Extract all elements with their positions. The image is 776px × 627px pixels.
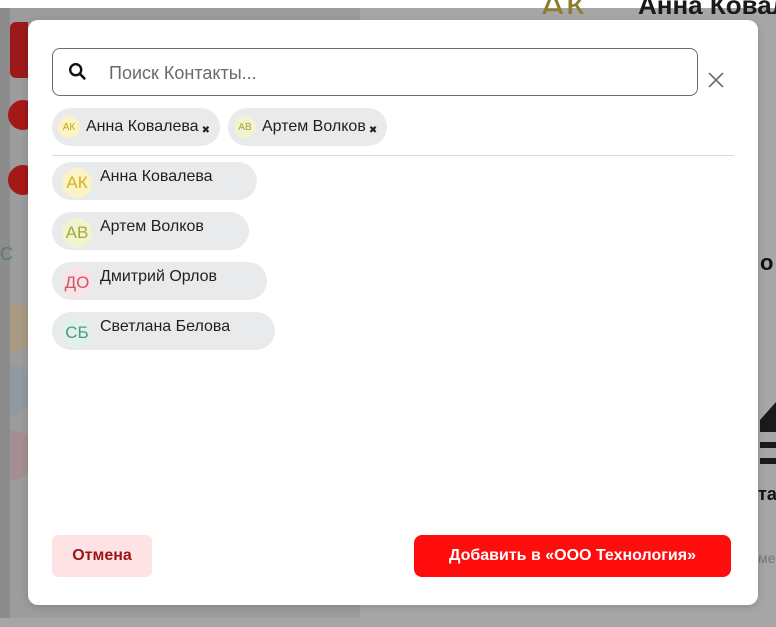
background-active-item [10,22,28,78]
contact-name: Анна Ковалева [100,168,213,185]
search-field[interactable] [52,48,698,96]
background-section-letter: С [0,244,13,264]
avatar: АК [62,168,92,198]
background-text: та [758,484,776,504]
contact-name: Светлана Белова [100,318,231,335]
chip-label: Анна Ковалева [86,118,199,135]
avatar: АВ [233,116,256,138]
cancel-button[interactable]: Отмена [52,535,152,577]
contact-list-item[interactable]: СБ Светлана Белова [52,312,275,350]
remove-chip-icon[interactable]: ✖ [369,125,377,136]
close-icon[interactable] [706,70,726,90]
background-contact-avatar: АК [540,0,600,14]
search-input[interactable] [107,57,671,89]
avatar: ДО [62,268,92,298]
contact-list: АК Анна Ковалева АВ Артем Волков ДО Дмит… [52,162,275,362]
background-bottom-strip [0,618,776,627]
upload-icon [760,402,776,468]
background-contact-name: Анна Ковалева [638,0,776,14]
avatar: АВ [62,218,92,248]
contact-list-item[interactable]: АК Анна Ковалева [52,162,257,200]
remove-chip-icon[interactable]: ✖ [202,125,210,136]
avatar: АК [58,116,80,138]
contact-name: Артем Волков [100,218,204,235]
background-text: о [760,250,774,275]
avatar: СБ [62,318,92,348]
selected-contact-chip[interactable]: АВ Артем Волков ✖ [227,108,388,146]
divider [52,155,734,156]
selected-contact-chip[interactable]: АК Анна Ковалева ✖ [52,108,220,146]
add-contacts-dialog: АК Анна Ковалева ✖ АВ Артем Волков ✖ АК … [28,20,758,605]
background-text: ме [758,550,776,566]
search-icon [69,63,86,80]
chip-label: Артем Волков [261,118,366,135]
selected-contacts: АК Анна Ковалева ✖ АВ Артем Волков ✖ [52,108,388,146]
add-to-company-button[interactable]: Добавить в «ООО Технология» [414,535,731,577]
contact-list-item[interactable]: ДО Дмитрий Орлов [52,262,267,300]
contact-name: Дмитрий Орлов [100,268,218,285]
contact-list-item[interactable]: АВ Артем Волков [52,212,249,250]
